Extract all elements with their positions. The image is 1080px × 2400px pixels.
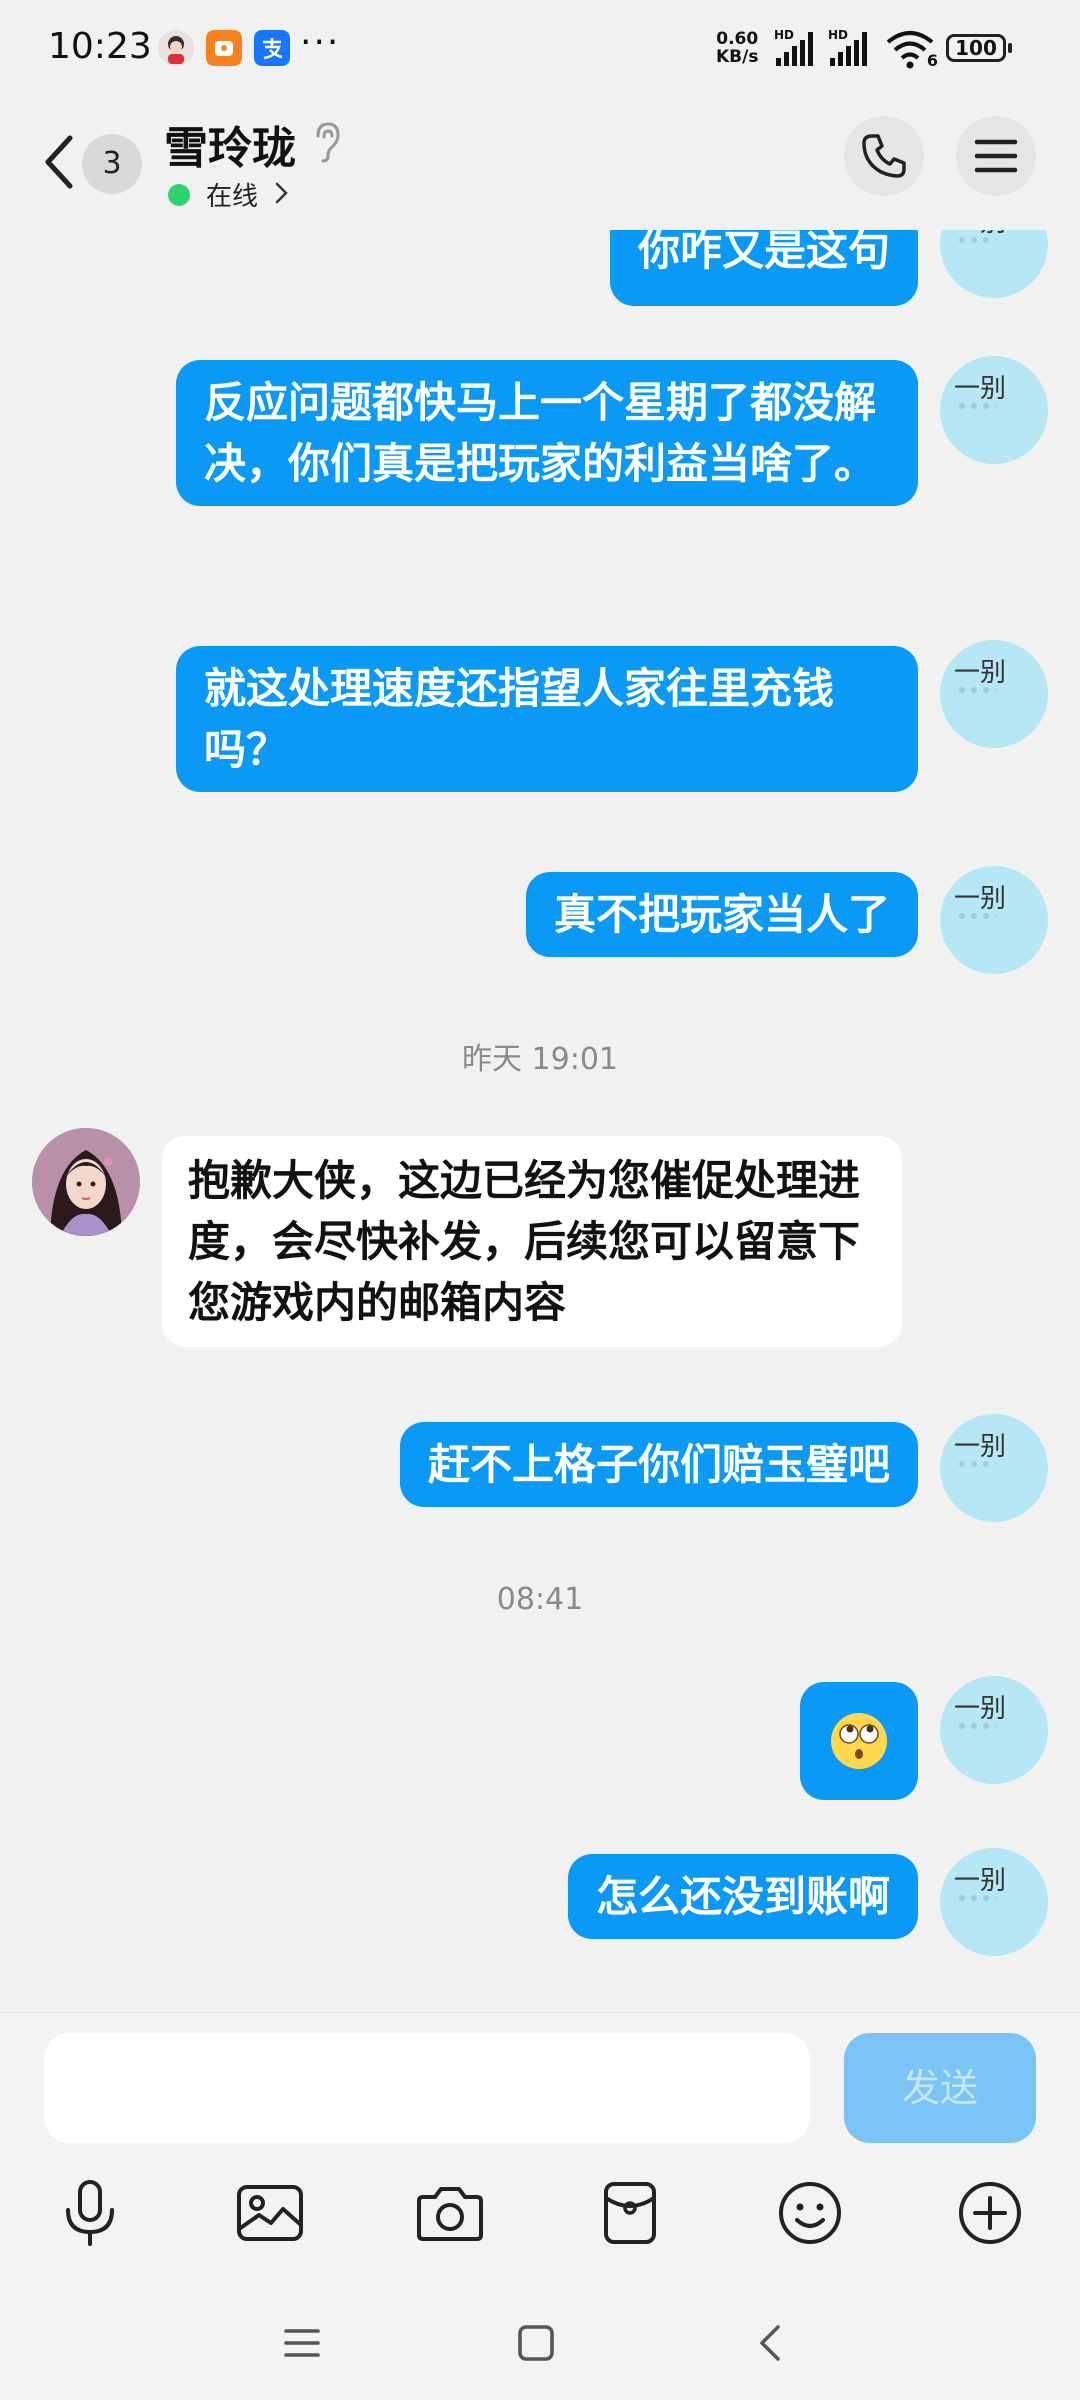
menu-button[interactable] (956, 116, 1036, 196)
image-button[interactable] (230, 2173, 310, 2253)
contact-avatar[interactable] (32, 1128, 140, 1236)
message-timestamp: 昨天 19:01 (462, 1042, 618, 1077)
alipay-icon (254, 30, 290, 66)
smiley-icon (779, 2182, 841, 2244)
back-triangle-icon (760, 2325, 780, 2361)
nav-back[interactable] (740, 2313, 800, 2373)
red-packet-button[interactable] (590, 2173, 670, 2253)
my-avatar[interactable]: 一别 (940, 866, 1048, 974)
app-avatar-icon (158, 30, 194, 66)
message-bubble-sent[interactable]: 反应问题都快马上一个星期了都没解决，你们真是把玩家的利益当啥了。 (176, 360, 918, 506)
my-avatar[interactable]: 一别 (940, 1848, 1048, 1956)
plus-circle-icon (959, 2182, 1021, 2244)
message-timestamp: 08:41 (496, 1582, 584, 1617)
message-bubble-sent[interactable]: 真不把玩家当人了 (525, 872, 918, 957)
hamburger-menu-icon (974, 139, 1018, 173)
status-bar: 10:23 ··· 0.60 KB/s HD HD 6 100 (0, 0, 1080, 100)
message-bubble-sent[interactable]: 就这处理速度还指望人家往里充钱吗？ (176, 646, 918, 792)
network-speed: 0.60 KB/s (716, 29, 759, 67)
back-button[interactable]: 3 (34, 124, 144, 204)
recent-apps-icon (284, 2329, 320, 2357)
nav-recent-apps[interactable] (272, 2313, 332, 2373)
status-time: 10:23 (48, 26, 152, 67)
message-bubble-sent[interactable]: 怎么还没到账啊 (567, 1854, 918, 1939)
message-input[interactable] (44, 2033, 810, 2143)
image-icon (237, 2185, 303, 2241)
battery-indicator: 100 (946, 34, 1012, 62)
unread-badge: 3 (82, 134, 142, 194)
send-button[interactable]: 发送 (844, 2033, 1036, 2143)
phone-icon (862, 134, 906, 178)
red-packet-icon (604, 2182, 656, 2244)
message-bubble-received[interactable]: 抱歉大侠，这边已经为您催促处理进度，会尽快补发，后续您可以留意下您游戏内的邮箱内… (162, 1136, 902, 1347)
shopping-app-icon (206, 30, 242, 66)
camera-icon (417, 2187, 483, 2241)
emoji-button[interactable] (770, 2173, 850, 2253)
chevron-left-icon (45, 135, 73, 189)
rolling-eyes-emoji-icon (831, 1713, 887, 1769)
message-bubble-sent[interactable]: 赶不上格子你们赔玉璧吧 (399, 1422, 918, 1507)
online-status-dot (168, 184, 190, 206)
microphone-icon (66, 2180, 114, 2246)
home-icon (518, 2325, 554, 2361)
chevron-right-icon (275, 182, 288, 204)
my-avatar[interactable]: 一别 (940, 640, 1048, 748)
nav-home[interactable] (506, 2313, 566, 2373)
composer: 发送 (0, 2012, 1080, 2400)
my-avatar[interactable]: 一别 (940, 1414, 1048, 1522)
call-button[interactable] (844, 116, 924, 196)
more-button[interactable] (950, 2173, 1030, 2253)
message-bubble-sent[interactable] (800, 1682, 918, 1800)
my-avatar[interactable]: 一别 (940, 356, 1048, 464)
chat-header: 3 雪玲珑 在线 (0, 100, 1080, 230)
contact-name[interactable]: 雪玲珑 (164, 112, 296, 176)
online-status-text[interactable]: 在线 (206, 176, 258, 213)
more-notifications: ··· (300, 22, 341, 63)
ear-icon[interactable] (310, 120, 344, 164)
voice-button[interactable] (50, 2173, 130, 2253)
my-avatar[interactable]: 一别 (940, 1676, 1048, 1784)
wifi-icon: 6 (884, 28, 938, 70)
camera-button[interactable] (410, 2173, 490, 2253)
